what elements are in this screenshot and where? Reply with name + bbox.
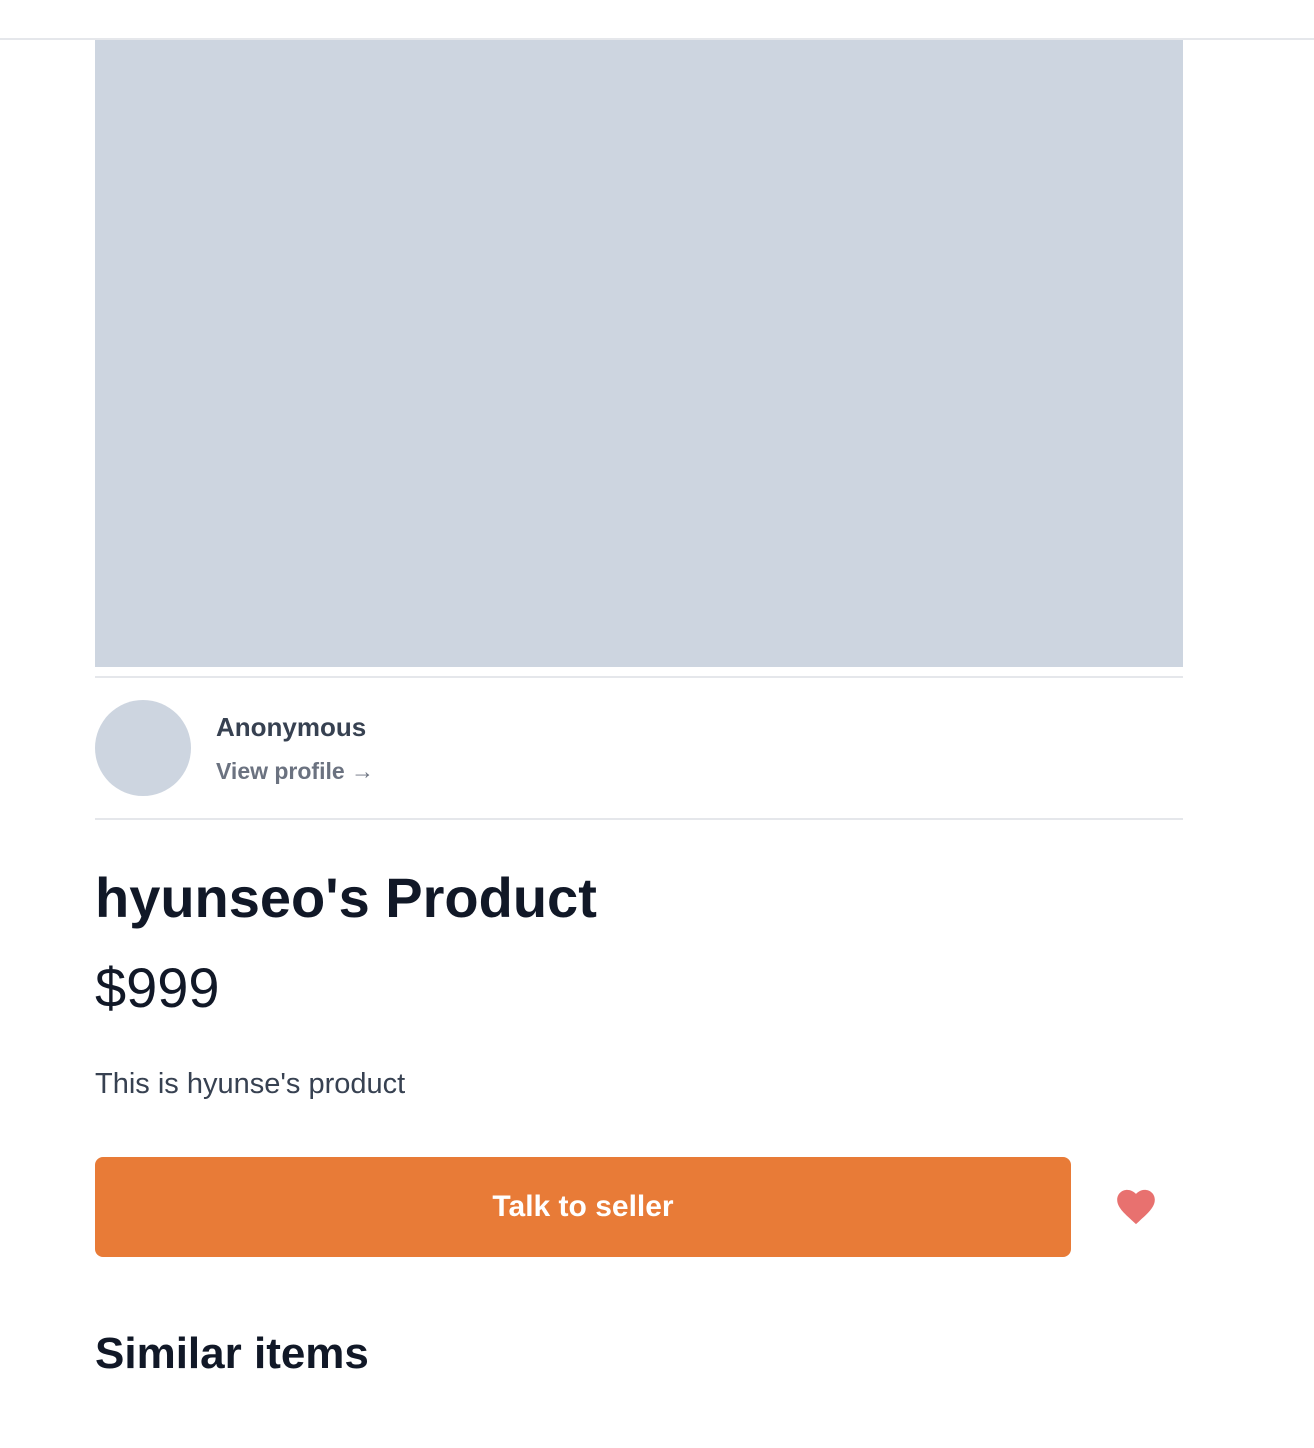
top-navigation-bar [0,0,1314,40]
favorite-button[interactable] [1114,1185,1158,1229]
avatar[interactable] [95,700,191,796]
product-image-placeholder [95,40,1183,667]
product-price: $999 [95,956,220,1019]
seller-name: Anonymous [216,712,367,742]
similar-items-heading: Similar items [95,1329,369,1378]
product-title: hyunseo's Product [95,866,597,929]
seller-text: Anonymous View profile → [216,711,374,785]
talk-to-seller-button[interactable]: Talk to seller [95,1157,1071,1257]
seller-info: Anonymous View profile → [95,676,1183,820]
heart-icon [1117,1189,1155,1225]
product-detail: Anonymous View profile → hyunseo's Produ… [95,40,1183,1418]
action-row: Talk to seller [95,1157,1183,1257]
product-description: This is hyunse's product [95,1068,406,1100]
view-profile-link[interactable]: View profile → [216,757,374,785]
